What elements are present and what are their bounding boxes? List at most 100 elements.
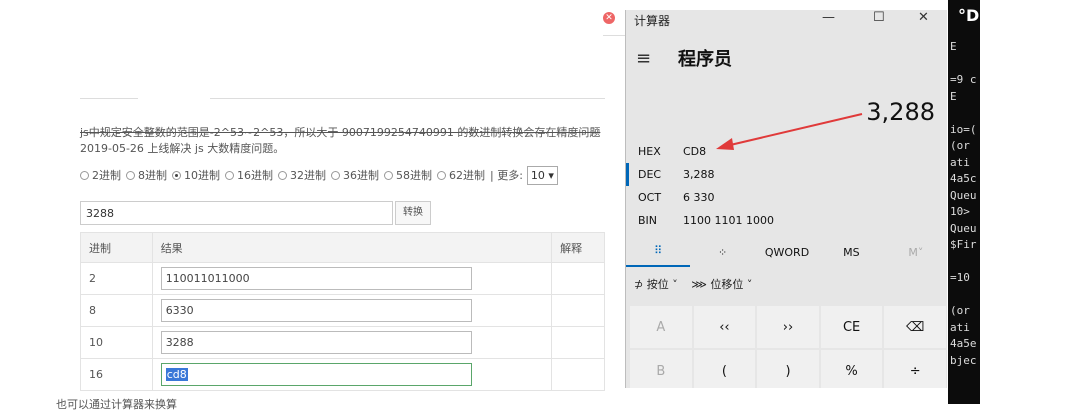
caption-text: 也可以通过计算器来换算 bbox=[56, 398, 177, 411]
radix-value: 1100 1101 1000 bbox=[683, 214, 774, 227]
hamburger-menu-icon[interactable]: ≡ bbox=[636, 48, 651, 69]
terminal-line: E bbox=[950, 89, 957, 103]
col-header-result: 结果 bbox=[151, 232, 553, 263]
radix-dec[interactable]: DEC 3,288 bbox=[626, 163, 947, 186]
update-text: 2019-05-26 上线解决 js 大数精度问题。 bbox=[80, 142, 285, 155]
terminal-line: bjec bbox=[950, 353, 977, 367]
calc-key[interactable]: CE bbox=[820, 306, 883, 348]
radio-icon[interactable] bbox=[126, 170, 135, 180]
result-field[interactable]: 6330 bbox=[160, 299, 472, 322]
close-icon[interactable]: ✕ bbox=[603, 12, 615, 24]
maximize-icon[interactable]: ☐ bbox=[873, 10, 885, 25]
terminal-line: (or bbox=[950, 304, 970, 317]
bitwise-dropdown[interactable]: 按位 ˅ bbox=[647, 278, 678, 291]
base-radio[interactable]: 62进制 bbox=[437, 167, 490, 183]
calc-key[interactable]: A bbox=[630, 306, 692, 348]
radix-value: 3,288 bbox=[683, 168, 715, 181]
base-radio[interactable]: 2进制 bbox=[80, 167, 126, 183]
window-title: 计算器 bbox=[634, 14, 671, 28]
bitshift-dropdown[interactable]: 位移位 ˅ bbox=[710, 278, 752, 291]
radio-icon[interactable] bbox=[172, 170, 181, 180]
radix-value: 6 330 bbox=[683, 191, 715, 204]
full-keypad-icon[interactable]: ⠿ bbox=[626, 237, 691, 267]
row-explain bbox=[551, 326, 605, 359]
calc-key[interactable]: B bbox=[630, 350, 692, 388]
terminal-line: Queu bbox=[950, 188, 977, 202]
radio-icon[interactable] bbox=[384, 170, 393, 180]
close-icon[interactable]: ✕ bbox=[918, 10, 929, 25]
terminal-line: 10> bbox=[950, 205, 970, 218]
notice-text: js中规定安全整数的范围是-2^53~2^53，所以大于 90071992547… bbox=[80, 126, 601, 139]
base-radio[interactable]: 8进制 bbox=[126, 167, 172, 183]
table-row: 16 cd8 bbox=[80, 358, 605, 391]
radio-icon[interactable] bbox=[225, 170, 234, 180]
terminal-line: (or bbox=[950, 139, 970, 152]
row-explain bbox=[551, 358, 605, 391]
radix-name: HEX bbox=[638, 145, 661, 158]
mode-title: 程序员 bbox=[678, 49, 732, 70]
radix-oct[interactable]: OCT 6 330 bbox=[626, 186, 947, 209]
radio-label: 62进制 bbox=[449, 169, 485, 182]
result-field[interactable]: 110011011000 bbox=[160, 267, 472, 290]
more-base-select[interactable]: 10 ▾ bbox=[526, 165, 558, 185]
table-row: 2 110011011000 bbox=[80, 262, 605, 295]
radio-label: 2进制 bbox=[92, 169, 121, 182]
memory-store-button[interactable]: MS bbox=[819, 246, 883, 259]
more-label: | 更多: bbox=[490, 169, 523, 182]
radio-label: 32进制 bbox=[290, 169, 326, 182]
radix-name: OCT bbox=[638, 191, 662, 204]
calc-key[interactable]: ) bbox=[757, 350, 819, 388]
radio-icon[interactable] bbox=[80, 170, 89, 180]
bit-toggle-keypad-icon[interactable]: ⁘ bbox=[690, 246, 754, 259]
row-explain bbox=[551, 294, 605, 327]
bitwise-icon: ⊅ bbox=[634, 278, 644, 291]
radix-name: DEC bbox=[638, 168, 662, 181]
number-input[interactable]: 3288 bbox=[80, 201, 393, 225]
row-base: 2 bbox=[80, 262, 153, 295]
terminal-line: io=( bbox=[950, 122, 977, 136]
minimize-icon[interactable]: — bbox=[822, 10, 835, 25]
result-field-selected[interactable]: cd8 bbox=[160, 363, 472, 386]
table-header-row: 进制 结果 解释 bbox=[80, 232, 605, 263]
calc-key[interactable]: ‹‹ bbox=[693, 306, 756, 348]
radix-bin[interactable]: BIN 1100 1101 1000 bbox=[626, 209, 947, 232]
memory-recall-button[interactable]: M˅ bbox=[884, 246, 947, 259]
terminal-line: ati bbox=[950, 155, 970, 169]
radio-label: 8进制 bbox=[138, 169, 167, 182]
terminal-line: $Fir bbox=[950, 238, 977, 251]
calc-key[interactable]: ( bbox=[693, 350, 756, 388]
terminal-line: Queu bbox=[950, 221, 977, 235]
word-size-button[interactable]: QWORD bbox=[755, 246, 819, 259]
radio-icon[interactable] bbox=[331, 170, 340, 180]
row-explain bbox=[551, 262, 605, 295]
radio-label: 58进制 bbox=[396, 169, 432, 182]
terminal-line: =9 c bbox=[950, 73, 977, 86]
result-table: 进制 结果 解释 2 110011011000 8 6330 10 3288 1… bbox=[80, 232, 605, 391]
calc-display: 3,288 bbox=[866, 98, 935, 126]
calculator-window: 计算器 — ☐ ✕ ≡ 程序员 3,288 HEX CD8 DEC 3,288 … bbox=[625, 10, 947, 388]
base-radio[interactable]: 32进制 bbox=[278, 167, 331, 183]
radio-icon[interactable] bbox=[278, 170, 287, 180]
base-radio[interactable]: 10进制 bbox=[172, 167, 225, 183]
divider bbox=[80, 98, 138, 99]
keypad: A ‹‹ ›› CE ⌫ B()% ÷ bbox=[630, 306, 946, 388]
divider bbox=[603, 35, 625, 36]
radio-icon[interactable] bbox=[437, 170, 446, 180]
base-radio[interactable]: 58进制 bbox=[384, 167, 437, 183]
terminal-line: 4a5e bbox=[950, 337, 977, 350]
calc-key[interactable]: ⌫ bbox=[884, 306, 946, 348]
radix-hex[interactable]: HEX CD8 bbox=[626, 140, 947, 163]
base-radio[interactable]: 36进制 bbox=[331, 167, 384, 183]
row-base: 8 bbox=[80, 294, 153, 327]
radio-label: 16进制 bbox=[237, 169, 273, 182]
result-field[interactable]: 3288 bbox=[160, 331, 472, 354]
convert-button[interactable]: 转换 bbox=[395, 201, 431, 225]
base-radio[interactable]: 16进制 bbox=[225, 167, 278, 183]
calc-key[interactable]: ›› bbox=[757, 306, 819, 348]
base-radio-group: 2进制 8进制 10进制 16进制 32进制 36进制 58进制 62进制 | 更多: 10 ▾ bbox=[80, 165, 558, 185]
calc-key[interactable]: % bbox=[820, 350, 883, 388]
calc-key[interactable]: ÷ bbox=[884, 350, 946, 388]
col-header-base: 进制 bbox=[80, 232, 153, 263]
bitwise-row: ⊅ 按位 ˅ ⋙ 位移位 ˅ bbox=[634, 276, 752, 292]
terminal-line: 4a5c bbox=[950, 172, 977, 185]
